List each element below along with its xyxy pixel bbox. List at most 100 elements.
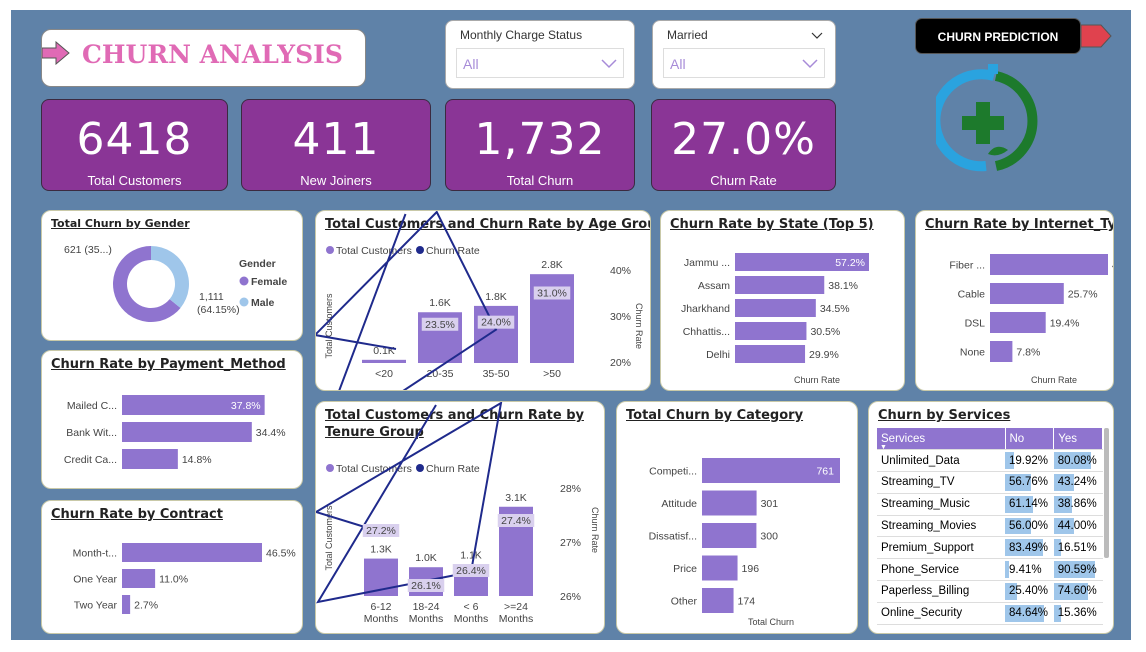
data-label: 621 (35...) (64, 244, 112, 256)
table-row[interactable]: Streaming_Movies 56.00% 44.00% (877, 515, 1103, 538)
percent-cell: 83.49% (1005, 536, 1054, 560)
tenure-combo-chart[interactable]: Total Customers Churn RateTotal Customers… (316, 402, 605, 634)
tick-label: 27% (560, 537, 581, 549)
category-label: Attitude (661, 498, 697, 510)
services-table-card: Churn by Services Services ▼ No Yes Unlimit… (868, 401, 1114, 634)
slicer-dropdown[interactable]: All (456, 48, 624, 78)
table-header[interactable]: No (1005, 428, 1055, 451)
category-label: >50 (543, 368, 561, 380)
gender-chart-card: Total Churn by Gender 621 (35...) 1,111 (6… (41, 210, 303, 341)
category-label: Two Year (74, 600, 118, 612)
married-slicer[interactable]: Married All (652, 20, 836, 89)
data-label: 174 (738, 596, 756, 608)
axis-title: Total Churn (748, 617, 794, 627)
category-label: None (960, 347, 985, 359)
cell-value: 80.08% (1057, 454, 1097, 467)
internet-bar-chart[interactable]: Fiber ... 41.1% Cable 25.7% DSL 19.4% None 7.8%… (916, 211, 1114, 391)
age-chart-card: Total Customers and Churn Rate by Age Gr… (315, 210, 651, 391)
monthly-charge-slicer[interactable]: Monthly Charge Status All (445, 20, 635, 89)
bar (702, 523, 757, 548)
table-header[interactable]: Services ▼ (877, 428, 1006, 451)
category-label: Months (454, 613, 488, 625)
health-plus-logo (936, 64, 1038, 172)
cell-value: 19.92% (1009, 454, 1049, 467)
table-row[interactable]: Premium_Support 83.49% 16.51% (877, 536, 1103, 560)
legend-label: Total Customers (336, 245, 412, 257)
data-label: 1.1K (460, 549, 482, 561)
cell-value: 90.59% (1057, 563, 1097, 576)
data-label: 14.8% (182, 454, 212, 466)
kpi-label: New Joiners (300, 173, 372, 188)
category-label: >=24 (504, 601, 528, 613)
percent-cell: 56.00% (1005, 515, 1054, 538)
table-row[interactable]: Phone_Service 9.41% 90.59% (877, 558, 1103, 582)
percent-cell: 56.76% (1005, 471, 1054, 494)
category-label: DSL (965, 318, 986, 330)
chevron-down-icon[interactable] (811, 32, 823, 40)
contract-bar-chart[interactable]: Month-t... 46.5% One Year 11.0% Two Year 2.7% (42, 501, 303, 634)
percent-cell: 15.36% (1053, 602, 1103, 625)
bar (990, 283, 1064, 304)
bar (362, 359, 406, 363)
table-row[interactable]: Unlimited_Data 19.92% 80.08% (877, 449, 1103, 473)
table-header[interactable]: Yes (1053, 428, 1103, 451)
table-row[interactable]: Streaming_TV 56.76% 43.24% (877, 471, 1103, 494)
service-name: Streaming_Movies (877, 515, 1005, 538)
bar (122, 449, 178, 469)
data-label: 41.1% (1112, 260, 1114, 272)
bar (735, 345, 806, 363)
service-name: Premium_Support (877, 536, 1005, 560)
cell-value: 25.40% (1009, 585, 1049, 598)
percent-cell: 19.92% (1005, 449, 1054, 473)
gender-donut-chart[interactable]: 621 (35...) 1,111(64.15%) Gender Female Male (42, 211, 303, 341)
button-label: CHURN PREDICTION (937, 30, 1059, 44)
state-bar-chart[interactable]: Jammu ... 57.2%Assam 38.1%Jharkhand 34.5%Ch… (661, 211, 905, 391)
table-row[interactable]: Online_Security 84.64% 15.36% (877, 602, 1103, 625)
slicer-dropdown[interactable]: All (663, 48, 825, 78)
bar (990, 312, 1046, 333)
table-row[interactable]: Streaming_Music 61.14% 38.86% (877, 493, 1103, 516)
percent-cell: 16.51% (1053, 536, 1103, 560)
scrollbar[interactable] (1104, 428, 1109, 558)
category-label: 6-12 (370, 601, 391, 613)
cell-value: 83.49% (1009, 541, 1049, 554)
category-label: <20 (375, 368, 393, 380)
data-label: 26.4% (456, 565, 486, 577)
services-table-wrapper[interactable]: Services ▼ No Yes Unlimited_Data 19.92% 80.08… (877, 428, 1103, 630)
category-label: 20-35 (427, 368, 454, 380)
legend-marker (416, 464, 424, 472)
internet-chart-card: Churn Rate by Internet_Type Fiber ...41.… (915, 210, 1114, 391)
bar (990, 254, 1108, 275)
data-label: 301 (761, 498, 779, 510)
data-label: 26.1% (411, 580, 441, 592)
category-bar-chart[interactable]: Competi... 761 Attitude 301 Dissatisf... 300 P… (617, 402, 858, 634)
title-box: CHURN ANALYSIS (41, 29, 366, 87)
payment-bar-chart[interactable]: Mailed C... 37.8% Bank Wit... 34.4% Credit C… (42, 351, 303, 489)
data-label: 11.0% (159, 574, 188, 586)
bar (990, 341, 1013, 362)
axis-title: Churn Rate (1031, 375, 1077, 385)
cell-value: 74.60% (1057, 585, 1097, 598)
cell-value: 84.64% (1009, 607, 1049, 620)
churn-prediction-button[interactable]: CHURN PREDICTION (915, 18, 1081, 54)
sort-arrow-icon[interactable]: ▼ (880, 444, 887, 451)
data-label: 7.8% (1016, 347, 1040, 359)
data-label: 23.5% (425, 319, 455, 331)
percent-cell: 43.24% (1053, 471, 1103, 494)
category-label: 35-50 (483, 368, 510, 380)
data-label: 46.5% (266, 548, 296, 560)
category-label: Credit Ca... (64, 454, 117, 466)
table-row[interactable]: Paperless_Billing 25.40% 74.60% (877, 580, 1103, 603)
slicer-title: Monthly Charge Status (460, 28, 583, 42)
category-label: Fiber ... (949, 260, 985, 272)
category-label: One Year (73, 574, 117, 586)
cell-value: 15.36% (1057, 607, 1097, 620)
slicer-title: Married (667, 28, 708, 42)
category-label: Months (409, 613, 443, 625)
tick-label: 40% (610, 265, 631, 277)
chevron-down-icon (601, 59, 617, 69)
payment-chart-card: Churn Rate by Payment_Method Mailed C...… (41, 350, 303, 489)
age-combo-chart[interactable]: Total Customers Churn RateTotal Customers… (316, 211, 651, 391)
arrow-right-icon[interactable] (1079, 23, 1113, 49)
arrow-icon (42, 41, 70, 65)
